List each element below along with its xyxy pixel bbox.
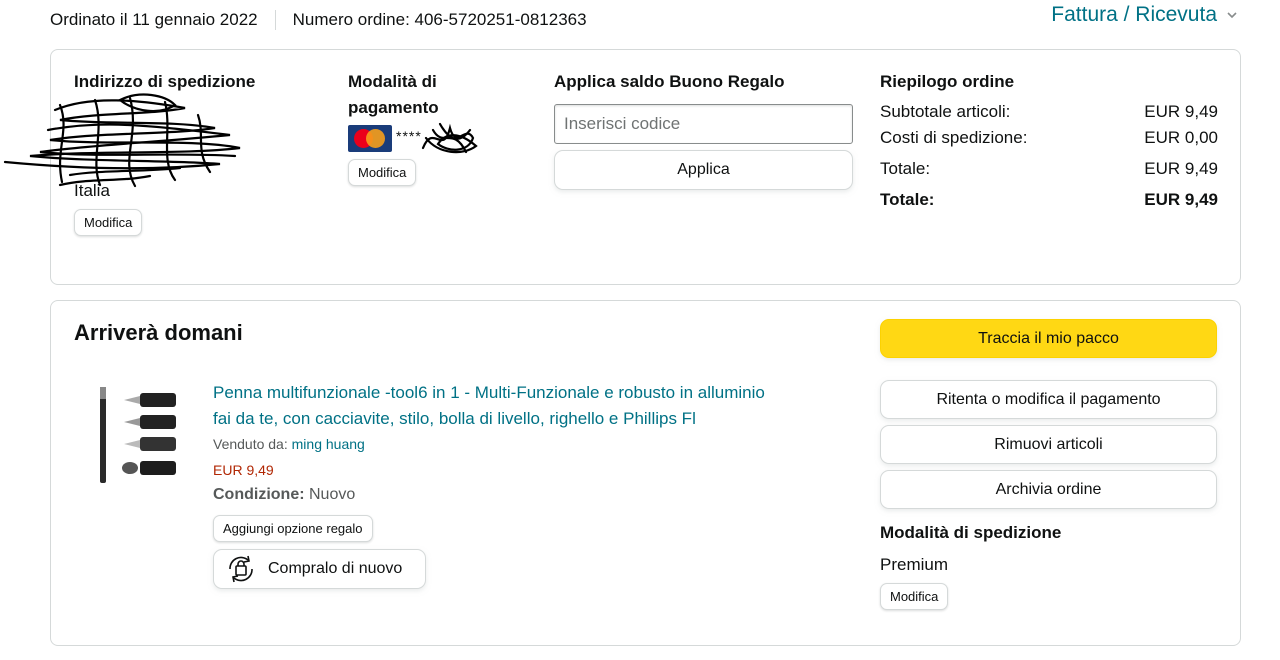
shipping-method-value: Premium <box>880 555 949 574</box>
payment-heading: Modalità di pagamento <box>348 72 439 117</box>
edit-address-button[interactable]: Modifica <box>74 209 143 236</box>
redacted-card-scribble <box>421 122 478 154</box>
archive-order-button[interactable]: Archivia ordine <box>880 470 1217 509</box>
summary-row-total: Totale: EUR 9,49 <box>880 159 1218 178</box>
edit-payment-button[interactable]: Modifica <box>348 159 417 186</box>
order-date: Ordinato il 11 gennaio 2022 <box>50 10 258 29</box>
item-condition: Condizione: Nuovo <box>213 486 356 503</box>
invoice-dropdown[interactable]: Fattura / Ricevuta <box>1051 3 1238 27</box>
gift-card-heading: Applica saldo Buono Regalo <box>554 72 785 91</box>
summary-row-subtotal: Subtotale articoli: EUR 9,49 <box>880 102 1218 121</box>
mastercard-icon <box>348 125 392 152</box>
seller-link[interactable]: ming huang <box>292 436 365 452</box>
gift-code-input[interactable] <box>554 104 853 144</box>
product-title-link[interactable]: Penna multifunzionale -tool6 in 1 - Mult… <box>213 380 853 432</box>
order-meta: Ordinato il 11 gennaio 2022 Numero ordin… <box>50 10 587 30</box>
sold-by: Venduto da: ming huang <box>213 436 365 452</box>
product-image[interactable] <box>90 385 186 487</box>
track-package-button[interactable]: Traccia il mio pacco <box>880 319 1217 358</box>
shipping-method-heading: Modalità di spedizione <box>880 523 1062 542</box>
add-gift-option-button[interactable]: Aggiungi opzione regalo <box>213 515 373 542</box>
apply-gift-code-button[interactable]: Applica <box>554 150 853 190</box>
order-number: Numero ordine: 406-5720251-0812363 <box>292 10 587 29</box>
shipping-country: Italia <box>74 181 110 200</box>
invoice-label: Fattura / Ricevuta <box>1051 3 1217 26</box>
summary-row-grand-total: Totale: EUR 9,49 <box>880 190 1218 209</box>
order-summary-heading: Riepilogo ordine <box>880 72 1015 91</box>
item-price: EUR 9,49 <box>213 462 274 478</box>
retry-payment-button[interactable]: Ritenta o modifica il pagamento <box>880 380 1217 419</box>
summary-row-shipping: Costi di spedizione: EUR 0,00 <box>880 128 1218 147</box>
buy-again-button[interactable]: Compralo di nuovo <box>213 549 426 589</box>
redacted-address-scribble <box>3 93 241 188</box>
remove-items-button[interactable]: Rimuovi articoli <box>880 425 1217 464</box>
divider <box>274 10 276 30</box>
edit-shipping-method-button[interactable]: Modifica <box>880 583 949 610</box>
delivery-status-heading: Arriverà domani <box>74 320 243 345</box>
chevron-down-icon <box>1227 12 1237 19</box>
buy-again-icon <box>229 555 253 583</box>
